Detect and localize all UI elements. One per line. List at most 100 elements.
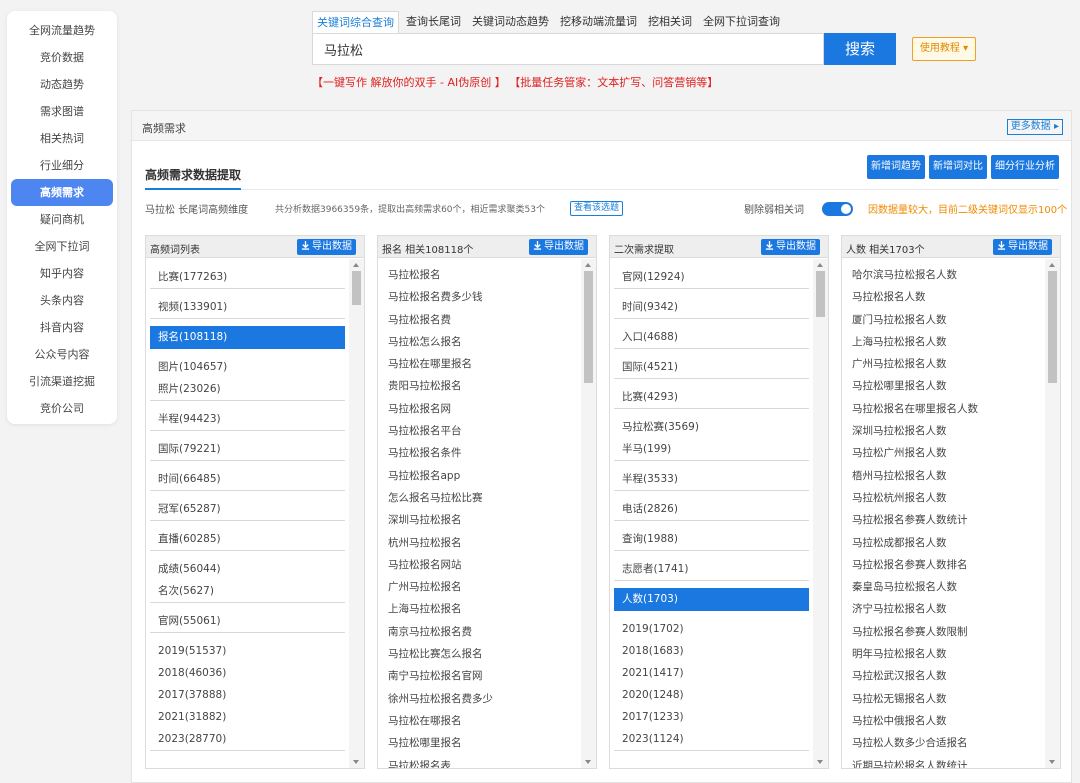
scroll-thumb[interactable] [584, 271, 593, 383]
keyword-item[interactable]: 济宁马拉松报名人数 [842, 598, 1045, 620]
sidebar-item[interactable]: 竞价公司 [11, 395, 113, 422]
keyword-item[interactable]: 马拉松报名在哪里报名人数 [842, 398, 1045, 420]
sidebar-item[interactable]: 知乎内容 [11, 260, 113, 287]
sidebar-item[interactable]: 公众号内容 [11, 341, 113, 368]
keyword-item[interactable]: 马拉松哪里报名人数 [842, 375, 1045, 397]
keyword-item[interactable]: 深圳马拉松报名人数 [842, 420, 1045, 442]
promo-ai-writing-link[interactable]: 【一键写作 解放你的双手 - AI伪原创 】 [312, 76, 506, 89]
keyword-item[interactable]: 贵阳马拉松报名 [378, 375, 581, 397]
keyword-item[interactable]: 上海马拉松报名 [378, 598, 581, 620]
word-item[interactable]: 时间(66485) [150, 468, 345, 490]
word-item[interactable]: 入口(4688) [614, 326, 809, 348]
keyword-item[interactable]: 近期马拉松报名人数统计 [842, 755, 1045, 768]
scroll-down-icon[interactable] [817, 760, 823, 764]
word-item[interactable]: 2017(37888) [150, 684, 345, 706]
keyword-item[interactable]: 马拉松报名条件 [378, 442, 581, 464]
word-item[interactable]: 2019(51537) [150, 640, 345, 662]
sidebar-item[interactable]: 全网流量趋势 [11, 17, 113, 44]
keyword-item[interactable]: 马拉松广州报名人数 [842, 442, 1045, 464]
keyword-item[interactable]: 深圳马拉松报名 [378, 509, 581, 531]
export-button[interactable]: 导出数据 [297, 239, 356, 255]
keyword-item[interactable]: 怎么报名马拉松比赛 [378, 487, 581, 509]
scroll-thumb[interactable] [352, 271, 361, 305]
word-item[interactable]: 冠军(65287) [150, 498, 345, 520]
keyword-item[interactable]: 马拉松哪里报名 [378, 732, 581, 754]
keyword-item[interactable]: 马拉松报名人数 [842, 286, 1045, 308]
promo-batch-task-link[interactable]: 【批量任务管家：文本扩写、问答营销等】 [509, 76, 718, 89]
keyword-item[interactable]: 上海马拉松报名人数 [842, 331, 1045, 353]
word-item[interactable]: 半程(3533) [614, 468, 809, 490]
sidebar-item[interactable]: 抖音内容 [11, 314, 113, 341]
keyword-item[interactable]: 马拉松武汉报名人数 [842, 665, 1045, 687]
scroll-up-icon[interactable] [1049, 263, 1055, 267]
keyword-item[interactable]: 马拉松怎么报名 [378, 331, 581, 353]
scroll-down-icon[interactable] [585, 760, 591, 764]
keyword-item[interactable]: 马拉松报名费 [378, 309, 581, 331]
more-data-button[interactable]: 更多数据 ▸ [1006, 119, 1063, 135]
keyword-item[interactable]: 徐州马拉松报名费多少 [378, 688, 581, 710]
search-input[interactable] [312, 33, 824, 65]
word-item[interactable]: 时间(9342) [614, 296, 809, 318]
scroll-down-icon[interactable] [1049, 760, 1055, 764]
new-word-trend-button[interactable]: 新增词趋势 [867, 155, 925, 179]
word-item[interactable]: 国际(4521) [614, 356, 809, 378]
scrollbar[interactable] [349, 259, 364, 768]
keyword-item[interactable]: 马拉松杭州报名人数 [842, 487, 1045, 509]
sidebar-item[interactable]: 头条内容 [11, 287, 113, 314]
keyword-item[interactable]: 广州马拉松报名人数 [842, 353, 1045, 375]
keyword-item[interactable]: 杭州马拉松报名 [378, 532, 581, 554]
word-item[interactable]: 官网(55061) [150, 610, 345, 632]
keyword-item[interactable]: 马拉松无锡报名人数 [842, 688, 1045, 710]
keyword-item[interactable]: 广州马拉松报名 [378, 576, 581, 598]
search-tab[interactable]: 挖相关词 [644, 11, 696, 33]
keyword-item[interactable]: 明年马拉松报名人数 [842, 643, 1045, 665]
word-item[interactable]: 成绩(56044) [150, 558, 345, 580]
keyword-item[interactable]: 马拉松在哪里报名 [378, 353, 581, 375]
scroll-down-icon[interactable] [353, 760, 359, 764]
word-item[interactable]: 志愿者(1741) [614, 558, 809, 580]
keyword-item[interactable]: 厦门马拉松报名人数 [842, 309, 1045, 331]
sidebar-item[interactable]: 竞价数据 [11, 44, 113, 71]
word-item[interactable]: 2018(46036) [150, 662, 345, 684]
new-word-compare-button[interactable]: 新增词对比 [929, 155, 987, 179]
scroll-thumb[interactable] [1048, 271, 1057, 383]
word-item[interactable]: 直播(60285) [150, 528, 345, 550]
sidebar-item[interactable]: 相关热词 [11, 125, 113, 152]
keyword-item[interactable]: 南京马拉松报名费 [378, 621, 581, 643]
word-item[interactable]: 马拉松赛(3569) [614, 416, 809, 438]
sidebar-item[interactable]: 引流渠道挖掘 [11, 368, 113, 395]
scroll-up-icon[interactable] [585, 263, 591, 267]
word-item[interactable]: 电话(2826) [614, 498, 809, 520]
search-button[interactable]: 搜索 [824, 33, 896, 65]
keyword-item[interactable]: 马拉松报名平台 [378, 420, 581, 442]
search-tab[interactable]: 关键词动态趋势 [468, 11, 553, 33]
sidebar-item[interactable]: 行业细分 [11, 152, 113, 179]
keyword-item[interactable]: 马拉松在哪报名 [378, 710, 581, 732]
keyword-item[interactable]: 马拉松报名网站 [378, 554, 581, 576]
word-item[interactable]: 比赛(177263) [150, 266, 345, 288]
keyword-item[interactable]: 马拉松报名参赛人数排名 [842, 554, 1045, 576]
keyword-item[interactable]: 马拉松报名参赛人数限制 [842, 621, 1045, 643]
export-button[interactable]: 导出数据 [761, 239, 820, 255]
sidebar-item[interactable]: 需求图谱 [11, 98, 113, 125]
sidebar-item[interactable]: 疑问商机 [11, 206, 113, 233]
keyword-item[interactable]: 马拉松报名 [378, 264, 581, 286]
scrollbar[interactable] [581, 259, 596, 768]
word-item[interactable]: 2017(1233) [614, 706, 809, 728]
word-item[interactable]: 查询(1988) [614, 528, 809, 550]
word-item[interactable]: 2020(1248) [614, 684, 809, 706]
keyword-item[interactable]: 马拉松报名表 [378, 755, 581, 768]
keyword-item[interactable]: 哈尔滨马拉松报名人数 [842, 264, 1045, 286]
keyword-item[interactable]: 马拉松报名费多少钱 [378, 286, 581, 308]
word-item[interactable]: 半程(94423) [150, 408, 345, 430]
word-item[interactable]: 名次(5627) [150, 580, 345, 602]
tutorial-button[interactable]: 使用教程 ▾ [912, 37, 976, 61]
search-tab[interactable]: 挖移动端流量词 [556, 11, 641, 33]
word-item[interactable]: 2019(1702) [614, 618, 809, 640]
keyword-item[interactable]: 秦皇岛马拉松报名人数 [842, 576, 1045, 598]
word-item[interactable]: 2021(31882) [150, 706, 345, 728]
search-tab[interactable]: 全网下拉词查询 [699, 11, 784, 33]
keyword-item[interactable]: 马拉松报名app [378, 465, 581, 487]
word-item[interactable]: 2021(1417) [614, 662, 809, 684]
keyword-item[interactable]: 梧州马拉松报名人数 [842, 465, 1045, 487]
